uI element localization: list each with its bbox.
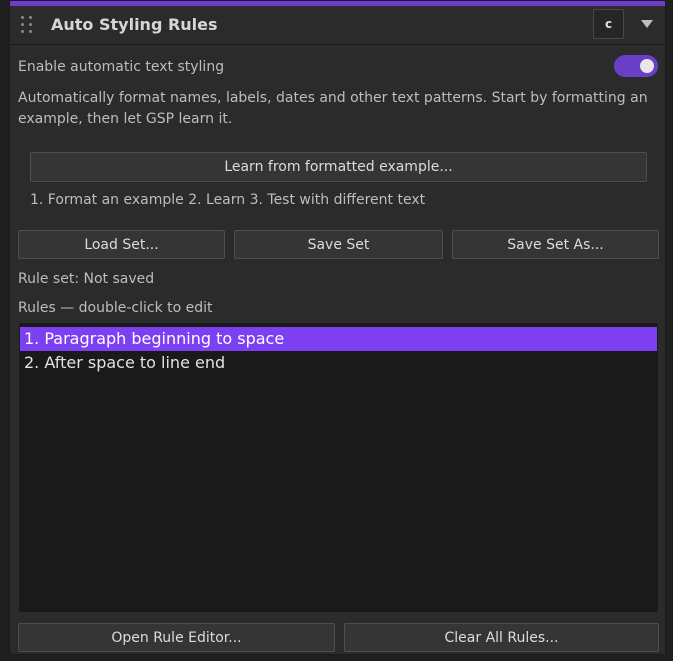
load-set-button[interactable]: Load Set...	[18, 230, 225, 259]
reset-button[interactable]: c	[593, 9, 624, 39]
list-item[interactable]: 1. Paragraph beginning to space	[20, 327, 657, 351]
panel-title: Auto Styling Rules	[51, 15, 218, 34]
clear-all-rules-button[interactable]: Clear All Rules...	[344, 623, 659, 652]
learn-from-example-button[interactable]: Learn from formatted example...	[30, 152, 647, 182]
open-rule-editor-button[interactable]: Open Rule Editor...	[18, 623, 335, 652]
save-set-button[interactable]: Save Set	[234, 230, 443, 259]
list-item[interactable]: 2. After space to line end	[20, 351, 657, 375]
learn-steps-text: 1. Format an example 2. Learn 3. Test wi…	[30, 192, 426, 208]
reset-icon: c	[604, 17, 613, 31]
panel-header: Auto Styling Rules c	[10, 6, 665, 45]
rules-list-label: Rules — double-click to edit	[18, 300, 213, 316]
enable-styling-toggle[interactable]	[614, 55, 658, 77]
rule-set-status: Rule set: Not saved	[18, 271, 155, 287]
enable-styling-label: Enable automatic text styling	[18, 59, 225, 75]
drag-handle-icon[interactable]	[21, 16, 33, 34]
collapse-chevron-icon[interactable]	[641, 20, 653, 28]
toggle-knob	[640, 59, 654, 73]
auto-styling-panel: Auto Styling Rules c Enable automatic te…	[9, 0, 666, 655]
save-set-as-button[interactable]: Save Set As...	[452, 230, 659, 259]
rules-list[interactable]: 1. Paragraph beginning to space 2. After…	[19, 323, 658, 612]
description-text: Automatically format names, labels, date…	[18, 90, 648, 127]
